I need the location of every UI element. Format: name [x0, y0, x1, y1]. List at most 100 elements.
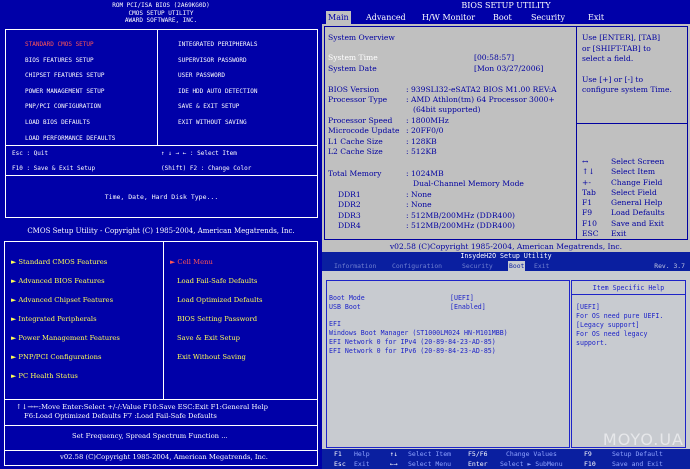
- insyde-tab-bar: Information Configuration Security Boot …: [322, 261, 690, 271]
- ami-menu-item[interactable]: ► PC Health Status: [11, 372, 78, 380]
- tab-hw-monitor[interactable]: H/W Monitor: [420, 11, 477, 24]
- award-right-menu: INTEGRATED PERIPHERALS SUPERVISOR PASSWO…: [178, 37, 257, 131]
- bar-desc: Select Menu: [408, 460, 452, 468]
- boot-mode-field[interactable]: [UEFI]: [450, 294, 474, 302]
- select-screen-key-icon: ↔: [582, 157, 589, 166]
- bar-desc: Select Item: [408, 450, 452, 458]
- ami-menu-item-cell-menu[interactable]: ► Cell Menu: [170, 258, 213, 266]
- tab-security[interactable]: Security: [462, 261, 493, 271]
- aptio-title: BIOS SETUP UTILITY: [322, 0, 690, 11]
- award-menu-item-supervisor-password[interactable]: SUPERVISOR PASSWORD: [178, 53, 257, 69]
- award-menu-item-load-performance[interactable]: LOAD PERFORMANCE DEFAULTS: [25, 131, 115, 147]
- ami-description: Set Frequency, Spread Spectrum Function …: [72, 432, 228, 440]
- award-menu-item-ide-detect[interactable]: IDE HDD AUTO DETECTION: [178, 84, 257, 100]
- insyde-help-text: For OS need pure UEFI.: [576, 312, 664, 320]
- ddr-value: : 512MB/200MHz (DDR400): [406, 211, 516, 220]
- aptio-section-title: System Overview: [328, 33, 395, 42]
- award-menu-item-power[interactable]: POWER MANAGEMENT SETUP: [25, 84, 115, 100]
- tab-security[interactable]: Security: [529, 11, 567, 24]
- insyde-key-bar: F1 Help ↑↓ Select Item F5/F6 Change Valu…: [322, 449, 690, 469]
- ami-menu-item-password[interactable]: BIOS Setting Password: [177, 315, 257, 323]
- system-date-field[interactable]: [Mon 03/27/2006]: [474, 64, 543, 73]
- award-menu-item-integrated[interactable]: INTEGRATED PERIPHERALS: [178, 37, 257, 53]
- key-help-desc: General Help: [611, 198, 663, 207]
- info-label: Microcode Update: [328, 126, 400, 135]
- award-menu-item-save-exit[interactable]: SAVE & EXIT SETUP: [178, 99, 257, 115]
- memory-mode: Dual-Channel Memory Mode: [413, 179, 524, 188]
- insyde-setup-screen: InsydeH2O Setup Utility Information Conf…: [322, 252, 690, 469]
- award-menu-item-exit-nosave[interactable]: EXIT WITHOUT SAVING: [178, 115, 257, 131]
- award-key-help: Esc : Quit ↑ ↓ → ← : Select Item F10 : S…: [5, 146, 318, 176]
- ami-menu-item[interactable]: ► Advanced Chipset Features: [11, 296, 113, 304]
- ami-menu-item-load-optimized[interactable]: Load Optimized Defaults: [177, 296, 263, 304]
- award-menu-item-standard-cmos[interactable]: STANDARD CMOS SETUP: [25, 37, 115, 53]
- info-label: Processor Type: [328, 95, 388, 104]
- system-time-field[interactable]: [00:58:57]: [474, 53, 514, 62]
- award-rom-line: ROM PCI/ISA BIOS (2A69KG0D): [112, 2, 210, 9]
- efi-boot-item[interactable]: EFI Network 0 for IPv6 (20-89-84-23-AD-8…: [329, 347, 496, 355]
- key-help-key: +-: [582, 178, 591, 187]
- award-menu-item-chipset[interactable]: CHIPSET FEATURES SETUP: [25, 68, 115, 84]
- info-label: L2 Cache Size: [328, 147, 383, 156]
- insyde-help-text: support.: [576, 339, 608, 347]
- tab-information[interactable]: Information: [334, 261, 376, 271]
- tab-configuration[interactable]: Configuration: [392, 261, 442, 271]
- key-help-key: F1: [582, 198, 593, 207]
- aptio-help-text: configure system Time.: [582, 85, 672, 94]
- tab-boot[interactable]: Boot: [508, 261, 526, 271]
- award-bios-screen: ROM PCI/ISA BIOS (2A69KG0D) CMOS SETUP U…: [0, 0, 322, 222]
- award-description: Time, Date, Hard Disk Type...: [5, 176, 318, 218]
- memory-label: Total Memory: [328, 169, 382, 178]
- award-vendor-line: AWARD SOFTWARE, INC.: [124, 17, 198, 24]
- ami-menu-item[interactable]: ► Advanced BIOS Features: [11, 277, 105, 285]
- usb-boot-field[interactable]: [Enabled]: [450, 303, 486, 311]
- key-help-desc: Select Screen: [611, 157, 665, 166]
- award-menu-item-user-password[interactable]: USER PASSWORD: [178, 68, 257, 84]
- bar-key: F1: [334, 450, 342, 458]
- ddr-label: DDR4: [338, 221, 361, 230]
- insyde-help-text: For OS need legacy: [576, 330, 648, 338]
- key-help-key: F9: [582, 208, 593, 217]
- system-time-label: System Time: [328, 53, 378, 62]
- tab-exit[interactable]: Exit: [534, 261, 549, 271]
- ami-menu-item[interactable]: ► Standard CMOS Features: [11, 258, 107, 266]
- key-help-desc: Change Field: [611, 178, 663, 187]
- tab-advanced[interactable]: Advanced: [364, 11, 408, 24]
- award-menu-item-load-bios-defaults[interactable]: LOAD BIOS DEFAULTS: [25, 115, 115, 131]
- award-utility-line: CMOS SETUP UTILITY: [128, 9, 194, 17]
- ami-menu-item[interactable]: ► PNP/PCI Configurations: [11, 353, 102, 361]
- ami-title: CMOS Setup Utility - Copyright (C) 1985-…: [27, 227, 295, 235]
- ami-menu-item-load-fail-safe[interactable]: Load Fail-Safe Defaults: [177, 277, 257, 285]
- ddr-label: DDR1: [338, 190, 361, 199]
- efi-header: EFI: [329, 320, 341, 328]
- key-help-key: ESC: [582, 229, 599, 238]
- info-value: : 128KB: [406, 137, 437, 146]
- award-menu-item-pnp-pci[interactable]: PNP/PCI CONFIGURATION: [25, 99, 115, 115]
- ami-menu-item-save-exit[interactable]: Save & Exit Setup: [177, 334, 240, 342]
- efi-boot-item[interactable]: Windows Boot Manager (ST1000LM024 HN-M10…: [329, 329, 508, 337]
- tab-boot[interactable]: Boot: [491, 11, 514, 24]
- bar-key: Enter: [468, 460, 488, 468]
- award-key-f2: (Shift) F2 : Change Color: [161, 165, 252, 172]
- tab-main[interactable]: Main: [326, 11, 351, 24]
- tab-exit[interactable]: Exit: [586, 11, 606, 24]
- system-date-label: System Date: [328, 64, 377, 73]
- ami-menu-item[interactable]: ► Power Management Features: [11, 334, 120, 342]
- award-menu-item-bios-features[interactable]: BIOS FEATURES SETUP: [25, 53, 115, 69]
- ami-menu-item[interactable]: ► Integrated Peripherals: [11, 315, 97, 323]
- info-value: : 939SLI32-eSATA2 BIOS M1.00 REV:A: [406, 85, 557, 94]
- bar-desc: Change Values: [506, 450, 557, 458]
- bar-desc: Exit: [354, 460, 370, 468]
- aptio-bios-screen: BIOS SETUP UTILITY Main Advanced H/W Mon…: [322, 0, 690, 252]
- efi-boot-item[interactable]: EFI Network 0 for IPv4 (20-89-84-23-AD-8…: [329, 338, 496, 346]
- bar-desc: Help: [354, 450, 370, 458]
- boot-mode-label: Boot Mode: [329, 294, 365, 302]
- award-key-esc: Esc : Quit: [12, 150, 49, 157]
- ami-menu-item-exit-nosave[interactable]: Exit Without Saving: [177, 353, 246, 361]
- bar-desc: Select ► SubMenu: [500, 460, 563, 468]
- insyde-help-title: Item Specific Help: [572, 281, 685, 295]
- ami-footer: v02.58 (C)Copyright 1985-2004, American …: [60, 453, 268, 461]
- arrow-updown-icon: ↑↓: [390, 450, 398, 458]
- moyo-watermark: MOYO.UA: [602, 430, 684, 449]
- key-help-desc: Exit: [611, 229, 627, 238]
